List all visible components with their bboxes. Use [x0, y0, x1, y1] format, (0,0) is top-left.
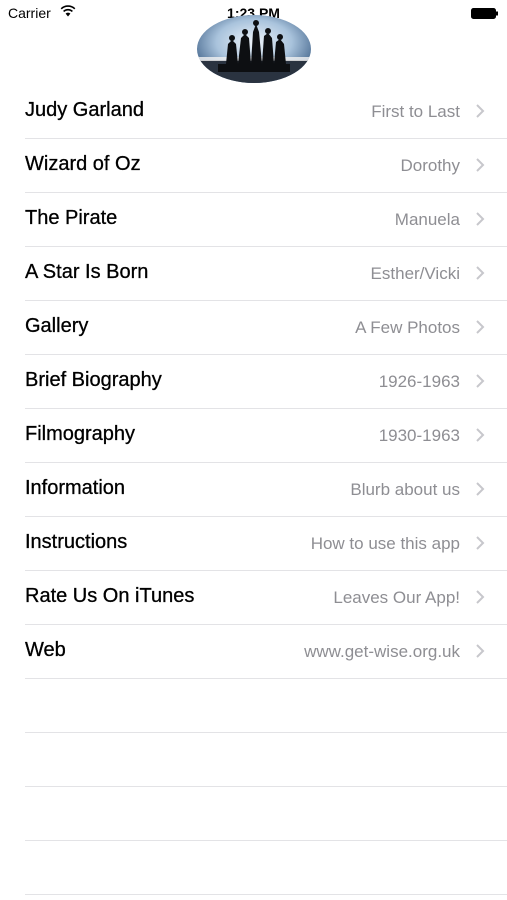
- row-title: Rate Us On iTunes: [25, 585, 195, 607]
- row-detail: How to use this app: [310, 534, 460, 553]
- empty-row: [25, 841, 507, 895]
- row-title: Gallery: [25, 315, 89, 337]
- row-title: A Star Is Born: [25, 261, 149, 283]
- chevron-right-icon: [476, 428, 485, 442]
- row-detail: Manuela: [394, 210, 460, 229]
- menu-row-web[interactable]: Web www.get-wise.org.uk: [25, 625, 507, 679]
- row-detail: Dorothy: [400, 156, 460, 175]
- row-detail: 1930-1963: [378, 426, 460, 445]
- empty-row: [25, 733, 507, 787]
- row-title: The Pirate: [25, 207, 118, 229]
- row-detail: First to Last: [371, 102, 460, 121]
- menu-row-wizard-of-oz[interactable]: Wizard of Oz Dorothy: [25, 139, 507, 193]
- battery-icon: [471, 8, 498, 19]
- menu-row-a-star-is-born[interactable]: A Star Is Born Esther/Vicki: [25, 247, 507, 301]
- menu-row-judy-garland[interactable]: Judy Garland First to Last: [25, 85, 507, 139]
- chevron-right-icon: [476, 482, 485, 496]
- menu-list: Judy Garland First to Last Wizard of Oz …: [0, 85, 507, 895]
- row-title: Wizard of Oz: [25, 153, 141, 175]
- empty-row: [25, 787, 507, 841]
- row-detail: Leaves Our App!: [333, 588, 460, 607]
- chevron-right-icon: [476, 320, 485, 334]
- chevron-right-icon: [476, 158, 485, 172]
- menu-row-filmography[interactable]: Filmography 1930-1963: [25, 409, 507, 463]
- row-title: Information: [25, 477, 126, 499]
- chevron-right-icon: [476, 374, 485, 388]
- menu-row-instructions[interactable]: Instructions How to use this app: [25, 517, 507, 571]
- row-detail: Blurb about us: [350, 480, 460, 499]
- menu-row-brief-biography[interactable]: Brief Biography 1926-1963: [25, 355, 507, 409]
- empty-row: [25, 679, 507, 733]
- chevron-right-icon: [476, 644, 485, 658]
- menu-row-rate-us-on-itunes[interactable]: Rate Us On iTunes Leaves Our App!: [25, 571, 507, 625]
- row-detail: 1926-1963: [378, 372, 460, 391]
- chevron-right-icon: [476, 266, 485, 280]
- row-title: Instructions: [25, 531, 128, 553]
- statue-silhouette-logo: [197, 15, 311, 83]
- chevron-right-icon: [476, 536, 485, 550]
- chevron-right-icon: [476, 590, 485, 604]
- menu-row-gallery[interactable]: Gallery A Few Photos: [25, 301, 507, 355]
- row-title: Brief Biography: [25, 369, 162, 391]
- row-detail: Esther/Vicki: [370, 264, 460, 283]
- menu-row-information[interactable]: Information Blurb about us: [25, 463, 507, 517]
- chevron-right-icon: [476, 212, 485, 226]
- row-detail: A Few Photos: [355, 318, 460, 337]
- row-title: Web: [25, 639, 66, 661]
- row-title: Judy Garland: [25, 99, 144, 121]
- row-title: Filmography: [25, 423, 136, 445]
- menu-row-the-pirate[interactable]: The Pirate Manuela: [25, 193, 507, 247]
- row-detail: www.get-wise.org.uk: [304, 642, 460, 661]
- chevron-right-icon: [476, 104, 485, 118]
